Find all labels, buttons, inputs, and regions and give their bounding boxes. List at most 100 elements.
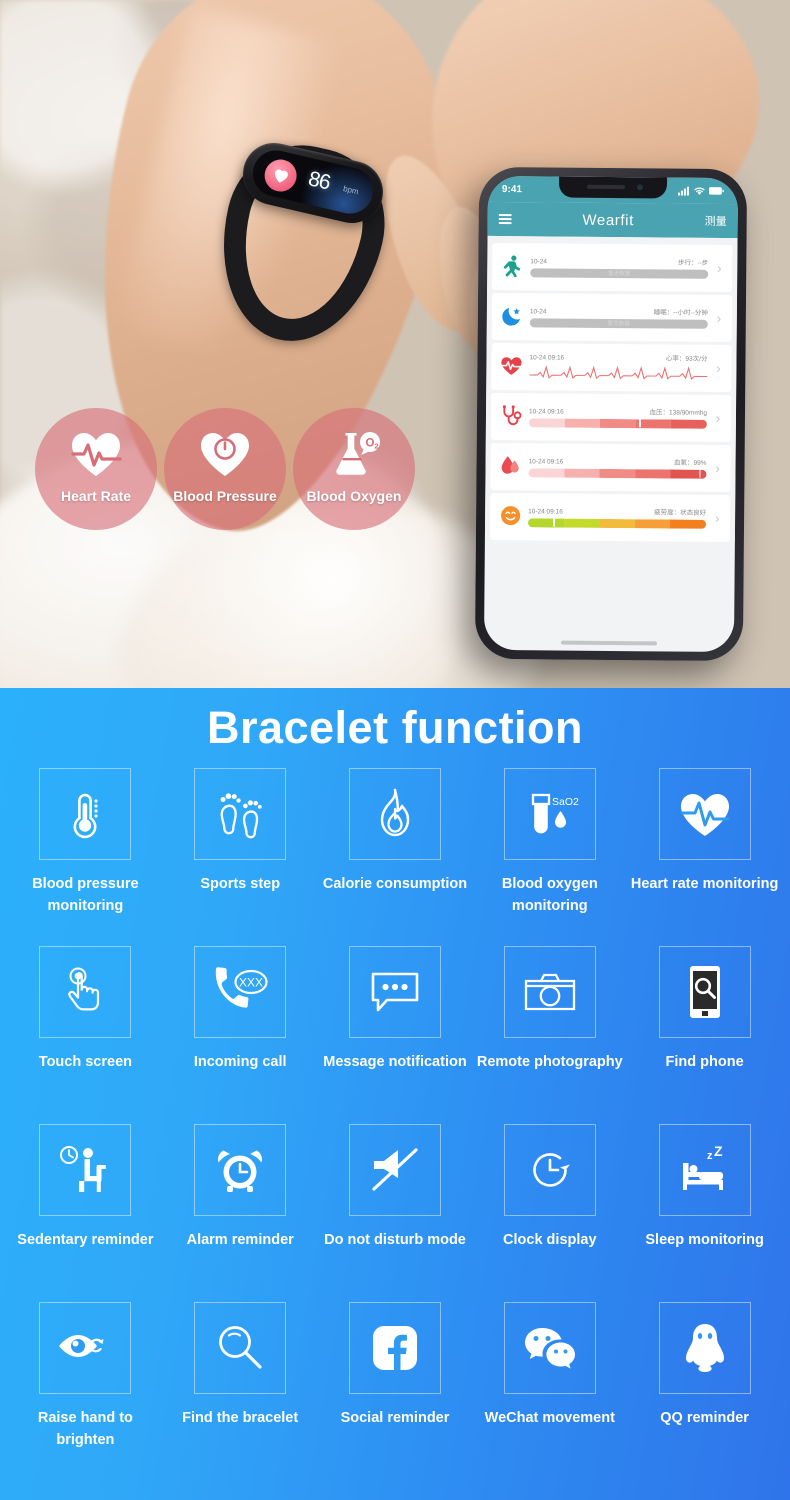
feature-label: Do not disturb mode [324, 1232, 466, 1248]
feature-find-phone[interactable]: Find phone [627, 946, 782, 1124]
wifi-icon [694, 187, 705, 195]
thermometer-icon [39, 768, 132, 860]
chevron-right-icon[interactable]: › [713, 359, 723, 375]
bubble-heart-rate[interactable]: Heart Rate [35, 408, 157, 530]
fatigue-bar [528, 517, 707, 529]
card-value: 血压：138/90mmhg [649, 408, 708, 417]
phone-call-xxx-icon: XXX [194, 946, 287, 1038]
phone-mockup: 9:41 Wearfit 测量 10-24 步行：--步 暂无数据 › 10-2… [474, 166, 748, 662]
feature-label: Blood pressure monitoring [32, 876, 139, 915]
feature-calorie-consumption[interactable]: Calorie consumption [318, 768, 473, 946]
card-value: 心率：93次/分 [665, 355, 708, 363]
card-steps[interactable]: 10-24 步行：--步 暂无数据 › [492, 242, 733, 293]
blood-drop-icon [498, 455, 522, 477]
footprints-icon [194, 768, 287, 860]
z-large: Z [714, 1145, 723, 1159]
chevron-right-icon[interactable]: › [712, 459, 722, 475]
feature-sports-step[interactable]: Sports step [163, 768, 318, 946]
chevron-right-icon[interactable]: › [713, 409, 723, 425]
card-date: 10-24 09:16 [529, 354, 565, 362]
wechat-icon [503, 1302, 596, 1394]
eye-refresh-icon [39, 1302, 132, 1394]
feature-do-not-disturb[interactable]: Do not disturb mode [318, 1124, 473, 1302]
feature-label: Message notification [323, 1054, 467, 1070]
feature-label: Incoming call [193, 1054, 287, 1070]
feature-sedentary-reminder[interactable]: Sedentary reminder [8, 1124, 163, 1302]
feature-touch-screen[interactable]: Touch screen [8, 946, 163, 1124]
card-date: 10-24 [529, 307, 547, 315]
feature-incoming-call[interactable]: XXX Incoming call [163, 946, 318, 1124]
ecg-waveform [529, 365, 708, 380]
earpiece-speaker [586, 184, 625, 190]
hero-photo: 86 bpm Heart Rate Blood Pressure O 2 Blo… [0, 0, 790, 688]
app-bar: Wearfit 测量 [487, 201, 738, 239]
feature-label: Find the bracelet [182, 1410, 299, 1426]
measure-button[interactable]: 测量 [705, 213, 727, 229]
feature-qq-reminder[interactable]: QQ reminder [627, 1302, 782, 1480]
feature-label: QQ reminder [660, 1410, 749, 1426]
feature-remote-photography[interactable]: Remote photography [472, 946, 627, 1124]
chevron-right-icon[interactable]: › [714, 309, 724, 325]
feature-sleep-monitoring[interactable]: z Z Sleep monitoring [627, 1124, 782, 1302]
bubble-blood-pressure[interactable]: Blood Pressure [164, 408, 286, 530]
phone-notch [558, 176, 668, 199]
card-sleep[interactable]: 10-24 睡眠：--小时--分钟 暂无数据 › [491, 292, 733, 343]
card-date: 10-24 09:16 [528, 507, 563, 516]
feature-blood-pressure-monitoring[interactable]: Blood pressure monitoring [8, 768, 163, 946]
card-blood-oxygen[interactable]: 10-24 09:16 血氧：99% › [490, 442, 731, 493]
feature-label: Blood oxygen monitoring [501, 876, 598, 915]
feature-label: Social reminder [340, 1410, 450, 1426]
card-fatigue[interactable]: 10-24 09:16 疲劳度：状态良好 › [489, 492, 731, 543]
feature-find-the-bracelet[interactable]: Find the bracelet [163, 1302, 318, 1480]
hamburger-menu-icon[interactable] [498, 213, 512, 225]
product-page: 86 bpm Heart Rate Blood Pressure O 2 Blo… [0, 0, 790, 1500]
bubble-blood-oxygen[interactable]: O 2 Blood Oxygen [293, 408, 415, 530]
feature-label: Find phone [665, 1054, 744, 1070]
svg-text:O: O [366, 438, 375, 450]
facebook-icon [348, 1302, 441, 1394]
battery-icon [708, 187, 724, 195]
status-time: 9:41 [501, 183, 523, 195]
feature-label: Heart rate monitoring [630, 876, 779, 892]
feature-label: Clock display [503, 1232, 597, 1248]
feature-label: Alarm reminder [186, 1232, 294, 1248]
feature-label: Remote photography [476, 1054, 623, 1070]
home-indicator [560, 640, 658, 646]
section-title: Bracelet function [206, 702, 584, 753]
app-title: Wearfit [582, 211, 634, 229]
feature-raise-hand-to-brighten[interactable]: Raise hand to brighten [8, 1302, 163, 1480]
front-camera [636, 184, 644, 191]
feature-wechat-movement[interactable]: WeChat movement [472, 1302, 627, 1480]
phone-screen: 9:41 Wearfit 测量 10-24 步行：--步 暂无数据 › 10-2… [483, 175, 739, 653]
feature-blood-oxygen-monitoring[interactable]: SaO2 Blood oxygen monitoring [472, 768, 627, 946]
magnifier-icon [194, 1302, 287, 1394]
feature-label: Sports step [200, 876, 281, 892]
feature-clock-display[interactable]: Clock display [472, 1124, 627, 1302]
chevron-right-icon[interactable]: › [714, 259, 724, 275]
sao2-text: SaO2 [552, 796, 579, 808]
feature-grid: Blood pressure monitoring Sports step Ca… [0, 754, 790, 1480]
camera-icon [503, 946, 596, 1038]
alarm-clock-icon [194, 1124, 287, 1216]
card-date: 10-24 09:16 [528, 407, 564, 416]
feature-alarm-reminder[interactable]: Alarm reminder [163, 1124, 318, 1302]
chat-bubble-dots-icon [348, 946, 441, 1038]
heart-pulse-icon [69, 430, 123, 478]
chevron-right-icon[interactable]: › [712, 509, 722, 525]
feature-heart-rate-monitoring[interactable]: Heart rate monitoring [627, 768, 782, 946]
z-small: z [707, 1150, 713, 1162]
stethoscope-icon [499, 404, 523, 427]
feature-label: Sleep monitoring [645, 1232, 764, 1248]
no-data-bar: 暂无数据 [529, 317, 708, 329]
card-heart-rate[interactable]: 10-24 09:16 心率：93次/分 › [491, 342, 732, 393]
feature-label: Touch screen [38, 1054, 132, 1070]
clock-arrow-icon [503, 1124, 596, 1216]
card-value: 血氧：99% [674, 459, 707, 467]
feature-social-reminder[interactable]: Social reminder [318, 1302, 473, 1480]
feature-label: Raise hand to brighten [37, 1410, 133, 1449]
signal-bars-icon [677, 186, 689, 196]
heart-icon [261, 156, 300, 195]
mute-bell-slash-icon [348, 1124, 441, 1216]
card-blood-pressure[interactable]: 10-24 09:16 血压：138/90mmhg › [490, 392, 732, 443]
feature-message-notification[interactable]: Message notification [318, 946, 473, 1124]
